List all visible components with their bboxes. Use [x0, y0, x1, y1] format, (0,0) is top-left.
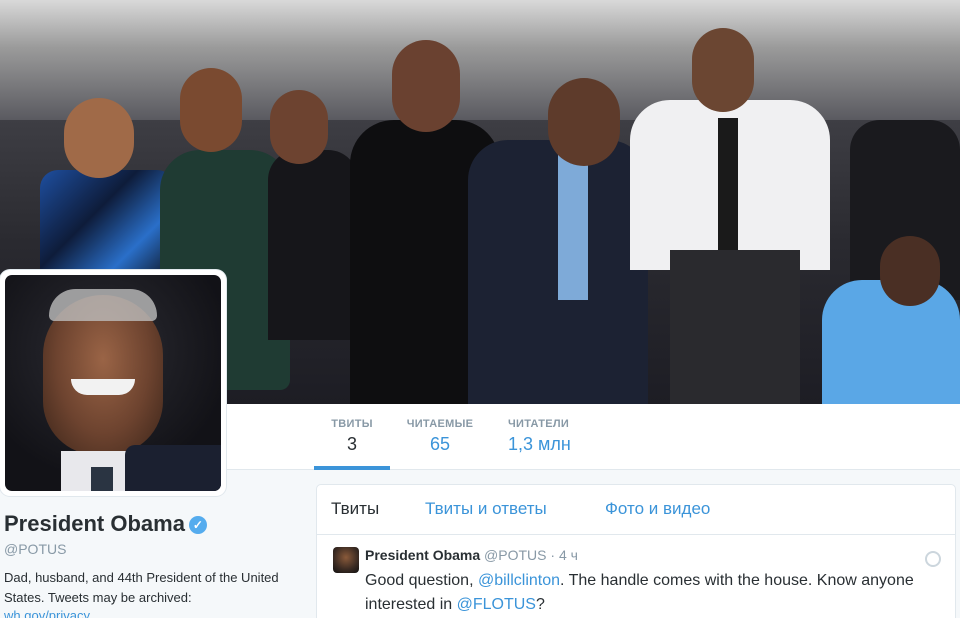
profile-bio-link[interactable]: wh.gov/privacy: [4, 608, 90, 618]
tweet-mention-flotus[interactable]: @FLOTUS: [457, 596, 536, 613]
tab-tweets[interactable]: Твиты: [331, 499, 379, 519]
stat-tweets[interactable]: ТВИТЫ 3: [314, 404, 390, 470]
tweet-timestamp[interactable]: 4 ч: [559, 547, 578, 563]
tweet-text-part: ?: [535, 596, 545, 613]
stat-following-value: 65: [429, 434, 451, 454]
tweet-author-handle[interactable]: @POTUS: [484, 547, 546, 563]
tweet-mention-billclinton[interactable]: @billclinton: [478, 572, 560, 589]
header-person: [670, 250, 800, 404]
header-person-head: [270, 90, 328, 164]
tweet-text-part: Good question,: [365, 572, 478, 589]
header-person-head: [392, 40, 460, 132]
avatar-jacket: [125, 445, 221, 491]
header-person-head: [880, 236, 940, 306]
avatar-hair: [49, 289, 157, 321]
tab-tweets-and-replies[interactable]: Твиты и ответы: [425, 499, 547, 519]
stat-followers-label: ЧИТАТЕЛИ: [508, 418, 570, 430]
header-person-head: [548, 78, 620, 166]
tweet-options-icon[interactable]: [925, 551, 941, 567]
stat-followers-value: 1,3 млн: [508, 434, 571, 454]
tweet-text: Good question, @billclinton. The handle …: [365, 569, 925, 617]
timeline-tabs: Твиты Твиты и ответы Фото и видео: [317, 485, 955, 535]
stat-following-label: ЧИТАЕМЫЕ: [406, 418, 474, 430]
tweet-avatar[interactable]: [333, 547, 359, 573]
avatar-tie: [91, 467, 113, 491]
header-person: [268, 150, 358, 340]
profile-avatar[interactable]: [0, 270, 226, 496]
stat-followers[interactable]: ЧИТАТЕЛИ 1,3 млн: [500, 404, 584, 470]
tweet-header: President Obama @POTUS · 4 ч: [365, 547, 578, 563]
stat-following[interactable]: ЧИТАЕМЫЕ 65: [398, 404, 482, 470]
header-person-tie: [718, 118, 738, 258]
tweet-separator: ·: [550, 547, 556, 563]
profile-name: President Obama ✓: [4, 511, 207, 537]
profile-avatar-photo: [5, 275, 221, 491]
tweet-author-name[interactable]: President Obama: [365, 547, 480, 563]
header-crowd-background: [0, 0, 960, 120]
header-person-shirt: [558, 150, 588, 300]
header-person-head: [64, 98, 134, 178]
avatar-smile: [71, 379, 135, 395]
profile-bio: Dad, husband, and 44th President of the …: [4, 570, 279, 605]
tweet[interactable]: President Obama @POTUS · 4 ч Good questi…: [317, 535, 955, 618]
stat-tweets-label: ТВИТЫ: [331, 418, 373, 430]
profile-name-text: President Obama: [4, 511, 185, 536]
verified-badge-icon: ✓: [188, 516, 207, 534]
tab-photos-and-videos[interactable]: Фото и видео: [605, 499, 710, 519]
timeline: Твиты Твиты и ответы Фото и видео Presid…: [316, 484, 956, 618]
header-person-head: [180, 68, 242, 152]
profile-handle[interactable]: @POTUS: [4, 541, 66, 557]
stat-tweets-value: 3: [346, 434, 357, 454]
header-person: [40, 170, 175, 280]
header-person-head: [692, 28, 754, 112]
